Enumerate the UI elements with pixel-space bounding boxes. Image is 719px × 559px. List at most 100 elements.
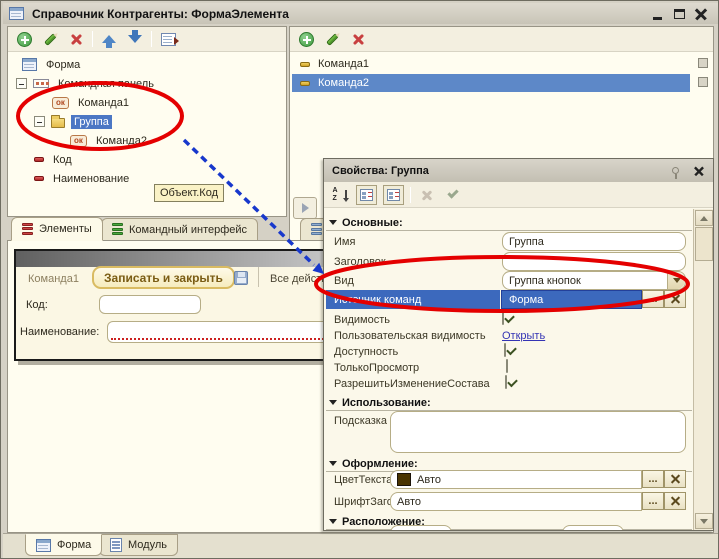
scroll-thumb[interactable]	[695, 227, 713, 261]
tab-command-interface[interactable]: Командный интерфейс	[101, 218, 258, 241]
enabled-checkbox[interactable]	[504, 343, 506, 357]
prop-label-allow-change[interactable]: РазрешитьИзменениеСостава	[334, 378, 490, 390]
prop-label-enabled[interactable]: Доступность	[334, 346, 398, 358]
prop-label-tooltip[interactable]: Подсказка	[334, 415, 387, 427]
visibility-checkbox[interactable]	[502, 311, 504, 325]
attribute-icon	[34, 157, 44, 162]
preview-command1-label[interactable]: Команда1	[28, 273, 79, 285]
command-checkbox[interactable]	[698, 58, 708, 68]
pin-icon[interactable]	[672, 167, 679, 174]
save-button[interactable]	[230, 268, 252, 288]
code-input-field[interactable]	[106, 299, 194, 311]
command-source-clear-button[interactable]	[664, 290, 686, 308]
dropdown-button[interactable]	[667, 272, 685, 289]
minimize-button[interactable]	[646, 5, 668, 22]
color-clear-button[interactable]	[664, 470, 686, 488]
tab-elements[interactable]: Элементы	[11, 217, 103, 241]
title-font-input[interactable]: Авто	[390, 492, 642, 511]
name-input[interactable]	[107, 321, 340, 343]
prop-label-title[interactable]: Заголовок	[334, 256, 386, 268]
add-button[interactable]	[296, 30, 316, 48]
tree-item-command-bar[interactable]: Командная панель	[16, 74, 157, 93]
cancel-edit-button[interactable]	[417, 186, 437, 204]
move-up-button[interactable]	[99, 30, 119, 48]
delete-button[interactable]	[348, 30, 368, 48]
tab-form[interactable]: Форма	[25, 534, 102, 556]
tree-item-label: Командная панель	[55, 77, 157, 91]
command-row-selected[interactable]: Команда2	[292, 74, 690, 92]
commands-toolbar	[290, 27, 713, 52]
collapse-icon[interactable]	[34, 116, 45, 127]
folder-icon	[51, 118, 65, 128]
properties-scrollbar[interactable]	[693, 209, 713, 530]
section-label: Основные:	[342, 217, 403, 229]
attribute-icon	[34, 176, 44, 181]
command-label: Команда2	[318, 77, 369, 89]
prop-label-name[interactable]: Имя	[334, 236, 355, 248]
move-down-button[interactable]	[125, 30, 145, 48]
prop-command-source-value[interactable]: Форма	[501, 290, 642, 309]
prop-kind-dropdown[interactable]	[502, 271, 686, 290]
add-button[interactable]	[14, 30, 34, 48]
code-input[interactable]	[99, 295, 201, 314]
section-main[interactable]: Основные:	[326, 215, 692, 231]
databinding-hint: Объект.Код	[154, 184, 224, 202]
command-source-choose-button[interactable]: ...	[642, 290, 664, 308]
prop-label-command-source-selected[interactable]: Источник команд	[326, 290, 500, 309]
important-only-button[interactable]	[383, 185, 404, 205]
section-layout[interactable]: Расположение:	[326, 514, 692, 530]
maximize-button[interactable]	[668, 5, 690, 22]
tree-item-code[interactable]: Код	[34, 150, 75, 169]
command-row[interactable]: Команда1	[292, 55, 710, 73]
edit-button[interactable]	[322, 30, 342, 48]
close-button[interactable]	[690, 5, 712, 22]
properties-toolbar: AZ	[324, 182, 713, 208]
kind-value-field[interactable]	[509, 275, 665, 287]
form-tab-icon	[36, 539, 51, 552]
categories-view-button[interactable]	[356, 185, 377, 205]
check-element-button[interactable]	[158, 30, 178, 48]
font-clear-button[interactable]	[664, 492, 686, 510]
prop-label-user-visibility[interactable]: Пользовательская видимость	[334, 330, 486, 342]
edit-button[interactable]	[40, 30, 60, 48]
prop-name-input[interactable]	[502, 232, 686, 251]
tree-item-name[interactable]: Наименование	[34, 169, 132, 188]
window-title: Справочник Контрагенты: ФормаЭлемента	[32, 7, 289, 21]
command-checkbox[interactable]	[698, 77, 708, 87]
collapse-icon[interactable]	[16, 78, 27, 89]
name-value-field[interactable]	[509, 236, 679, 248]
required-field-underline	[111, 338, 336, 340]
prop-label-kind[interactable]: Вид	[334, 275, 354, 287]
prop-label-read-only[interactable]: ТолькоПросмотр	[334, 362, 419, 374]
prop-label-visibility[interactable]: Видимость	[334, 314, 390, 326]
tree-item-command1[interactable]: ок Команда1	[52, 93, 132, 112]
prop-title-input[interactable]	[502, 252, 686, 271]
scroll-up-button[interactable]	[695, 210, 713, 226]
allow-change-checkbox[interactable]	[505, 375, 507, 389]
read-only-checkbox[interactable]	[506, 359, 508, 373]
font-choose-button[interactable]: ...	[642, 492, 664, 510]
tree-item-form[interactable]: Форма	[22, 55, 83, 74]
tree-item-command2[interactable]: ок Команда2	[70, 131, 150, 150]
tab-module[interactable]: Модуль	[99, 534, 178, 556]
save-and-close-button[interactable]: Записать и закрыть	[92, 266, 235, 289]
scroll-down-button[interactable]	[695, 513, 713, 529]
sort-az-button[interactable]: AZ	[330, 186, 350, 204]
delete-button[interactable]	[66, 30, 86, 48]
accept-edit-button[interactable]	[443, 186, 463, 204]
form-preview-window: Команда1 Записать и закрыть Все действ К…	[14, 249, 344, 361]
properties-title: Свойства: Группа	[332, 165, 429, 177]
play-button[interactable]	[293, 197, 317, 219]
name-input-field[interactable]	[114, 326, 333, 338]
title-value-field[interactable]	[509, 256, 679, 268]
color-choose-button[interactable]: ...	[642, 470, 664, 488]
tree-item-label: Команда2	[93, 134, 150, 148]
section-usage[interactable]: Использование:	[326, 395, 692, 411]
tree-item-label-selected: Группа	[71, 115, 112, 129]
properties-close-icon[interactable]	[694, 166, 704, 176]
tree-item-group[interactable]: Группа	[34, 112, 112, 131]
user-visibility-open-link[interactable]: Открыть	[502, 330, 545, 342]
title-text-color-input[interactable]: Авто	[390, 470, 642, 489]
tooltip-textarea[interactable]	[390, 411, 686, 453]
tab-label: Командный интерфейс	[129, 224, 247, 236]
